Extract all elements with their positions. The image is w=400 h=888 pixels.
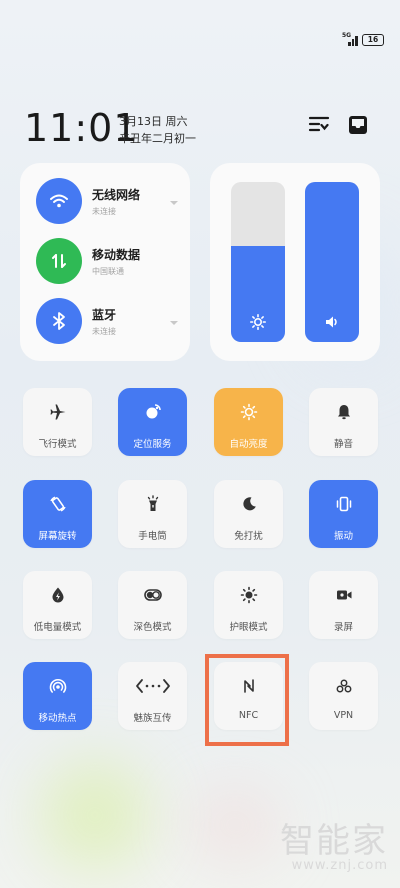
battery-icon: 16: [362, 34, 384, 46]
mobile-data-title: 移动数据: [92, 247, 141, 262]
network-type: 5G: [342, 32, 352, 39]
tile-label: 手电筒: [138, 531, 167, 542]
hotspot-icon: [49, 679, 66, 693]
volume-slider[interactable]: [305, 182, 359, 342]
watermark: 智能家 www.znj.com: [280, 824, 388, 874]
tile-flashlight[interactable]: 手电筒: [118, 480, 187, 548]
bell-icon: [337, 405, 350, 420]
watermark-brand: 智能家: [280, 821, 388, 861]
share-transfer-icon: [135, 679, 170, 693]
wifi-icon: [50, 194, 68, 208]
tile-label: 深色模式: [133, 622, 172, 633]
tile-label: VPN: [333, 710, 354, 721]
sliders-panel: [210, 163, 380, 361]
satellite-icon: [146, 404, 161, 419]
eye-comfort-icon: [240, 586, 257, 604]
bluetooth-title: 蓝牙: [92, 307, 117, 322]
mobile-data-toggle[interactable]: 移动数据 中国联通: [36, 238, 140, 284]
tile-label: 静音: [333, 439, 353, 450]
rotation-icon: [49, 496, 66, 512]
tile-screen-record[interactable]: 录屏: [309, 571, 378, 639]
signal-icon: 5G: [342, 32, 358, 46]
tile-label: 护眼模式: [229, 622, 268, 633]
screen-record-icon: [336, 590, 351, 600]
status-bar: 5G 16: [342, 32, 384, 46]
inbox-icon: [349, 116, 367, 134]
wifi-button[interactable]: [36, 178, 82, 224]
edit-list-icon: [308, 116, 330, 132]
brightness-icon: [250, 314, 266, 330]
tile-label: 自动亮度: [229, 439, 268, 450]
moon-icon: [242, 497, 256, 511]
lunar-date-label: 辛丑年二月初一: [119, 132, 196, 145]
wifi-expand-icon[interactable]: [170, 201, 178, 205]
vibrate-icon: [336, 496, 351, 512]
tile-label: 飞行模式: [38, 439, 77, 450]
notifications-button[interactable]: [347, 114, 369, 136]
edit-tiles-button[interactable]: [308, 114, 330, 136]
brightness-slider[interactable]: [231, 182, 285, 342]
tile-label: 定位服务: [133, 439, 172, 450]
flashlight-icon: [147, 495, 158, 511]
bluetooth-toggle[interactable]: 蓝牙 未连接: [36, 298, 116, 344]
mobile-data-carrier: 中国联通: [92, 266, 124, 276]
nfc-highlight-box: [205, 654, 289, 746]
tile-label: 魅族互传: [133, 713, 172, 724]
tile-vibration[interactable]: 振动: [309, 480, 378, 548]
tile-location[interactable]: 定位服务: [118, 388, 187, 456]
date-label: 3月13日 周六: [119, 115, 188, 128]
tile-vpn[interactable]: VPN: [309, 662, 378, 730]
tile-label: 屏幕旋转: [38, 531, 77, 542]
watermark-url: www.znj.com: [291, 858, 388, 873]
tile-hotspot[interactable]: 移动热点: [23, 662, 92, 730]
tile-label: 低电量模式: [33, 622, 82, 633]
tile-screen-rotation[interactable]: 屏幕旋转: [23, 480, 92, 548]
tile-meizu-share[interactable]: 魅族互传: [118, 662, 187, 730]
tile-silent[interactable]: 静音: [309, 388, 378, 456]
bluetooth-icon: [53, 312, 65, 330]
tile-airplane-mode[interactable]: 飞行模式: [23, 388, 92, 456]
wifi-title: 无线网络: [92, 187, 141, 202]
mobile-data-icon: [52, 254, 66, 268]
tile-eye-comfort[interactable]: 护眼模式: [214, 571, 283, 639]
bluetooth-status: 未连接: [92, 326, 116, 336]
auto-brightness-icon: [240, 403, 257, 421]
connectivity-panel: 无线网络 未连接 移动数据 中国联通 蓝牙 未连接: [20, 163, 190, 361]
tile-do-not-disturb[interactable]: 免打扰: [214, 480, 283, 548]
tile-label: 录屏: [333, 622, 353, 633]
bluetooth-button[interactable]: [36, 298, 82, 344]
tile-label: 移动热点: [38, 713, 77, 724]
wifi-toggle[interactable]: 无线网络 未连接: [36, 178, 140, 224]
airplane-icon: [50, 404, 65, 420]
bluetooth-expand-icon[interactable]: [170, 321, 178, 325]
mobile-data-button[interactable]: [36, 238, 82, 284]
tile-low-power-mode[interactable]: 低电量模式: [23, 571, 92, 639]
wifi-status: 未连接: [92, 206, 116, 216]
tile-auto-brightness[interactable]: 自动亮度: [214, 388, 283, 456]
tile-dark-mode[interactable]: 深色模式: [118, 571, 187, 639]
low-power-drop-icon: [52, 587, 63, 603]
vpn-icon: [336, 679, 351, 693]
dark-mode-icon: [143, 589, 162, 601]
volume-icon: [326, 316, 337, 328]
tile-label: 振动: [333, 531, 353, 542]
tile-label: 免打扰: [234, 531, 263, 542]
